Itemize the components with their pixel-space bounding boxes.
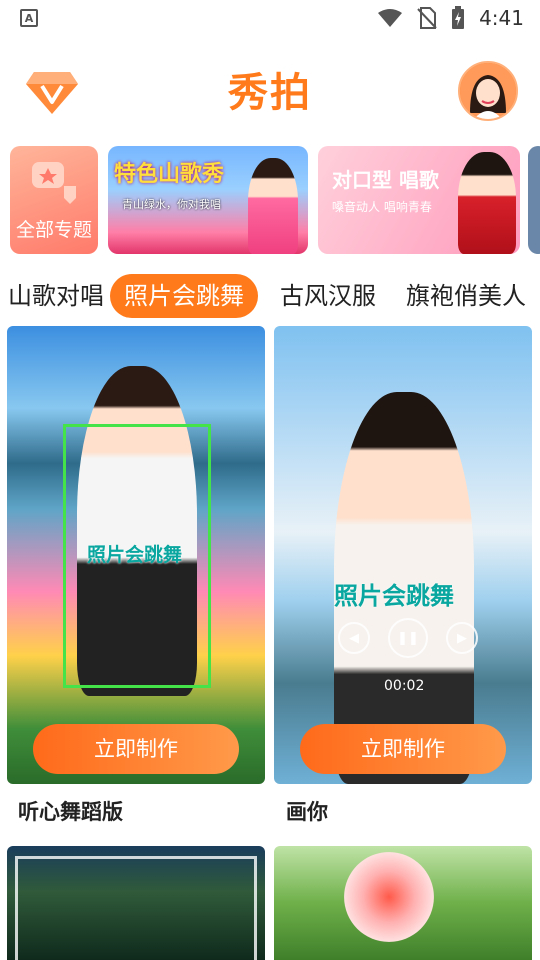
avatar[interactable] — [458, 61, 518, 121]
banner-lip-sync[interactable]: 对口型 唱歌 嗓音动人 唱响青春 — [318, 146, 520, 254]
banner-lip-sync-title: 对口型 唱歌 — [332, 168, 439, 192]
make-now-button[interactable]: 立即制作 — [300, 724, 506, 774]
overlay-text: 照片会跳舞 — [87, 544, 183, 566]
banner-all-topics-label: 全部专题 — [15, 219, 92, 241]
flower-image — [344, 852, 434, 942]
wifi-icon — [378, 9, 403, 27]
overlay-text: 照片会跳舞 — [334, 582, 454, 610]
tab-ancient-hanfu[interactable]: 古风汉服 — [280, 274, 376, 318]
template-card-4[interactable] — [274, 846, 532, 960]
topics-icon — [32, 162, 76, 204]
status-bar: A 4:41 — [0, 0, 540, 36]
battery-icon — [452, 6, 465, 29]
tab-folk-duet[interactable]: 山歌对唱 — [8, 274, 104, 318]
category-tabs: 山歌对唱 照片会跳舞 古风汉服 旗袍俏美人 — [0, 272, 540, 320]
notification-icon: A — [20, 9, 38, 27]
banner-all-topics[interactable]: 全部专题 — [10, 146, 98, 254]
template-card-3[interactable] — [7, 846, 265, 960]
banner-carousel: 全部专题 特色山歌秀 青山绿水，你对我唱 对口型 唱歌 嗓音动人 唱响青春 — [0, 146, 540, 254]
pause-icon[interactable]: ❚❚ — [388, 618, 428, 658]
template-card-2[interactable]: 照片会跳舞 ◀ ❚❚ ▶ 00:02 立即制作 — [274, 326, 532, 784]
banner-next-partial[interactable] — [528, 146, 540, 254]
no-sim-icon — [417, 7, 437, 29]
tab-dancing-photo[interactable]: 照片会跳舞 — [110, 274, 258, 318]
banner-lip-sync-image — [458, 152, 516, 254]
make-now-button[interactable]: 立即制作 — [33, 724, 239, 774]
card-2-title: 画你 — [286, 800, 328, 824]
banner-folk-song-subtitle: 青山绿水，你对我唱 — [122, 198, 221, 211]
clock: 4:41 — [479, 6, 524, 30]
banner-folk-song[interactable]: 特色山歌秀 青山绿水，你对我唱 — [108, 146, 308, 254]
next-icon[interactable]: ▶ — [446, 622, 478, 654]
app-header: 秀拍 — [0, 56, 540, 128]
banner-lip-sync-subtitle: 嗓音动人 唱响青春 — [332, 200, 432, 214]
video-player-controls: ◀ ❚❚ ▶ — [338, 618, 478, 658]
player-time: 00:02 — [384, 678, 425, 694]
tab-qipao-beauty[interactable]: 旗袍俏美人 — [406, 274, 526, 318]
template-card-1[interactable]: 照片会跳舞 立即制作 — [7, 326, 265, 784]
banner-singer-image — [248, 158, 298, 254]
card-3-frame — [15, 856, 257, 960]
banner-folk-song-title: 特色山歌秀 — [114, 162, 225, 187]
card-1-title: 听心舞蹈版 — [18, 800, 123, 824]
previous-icon[interactable]: ◀ — [338, 622, 370, 654]
